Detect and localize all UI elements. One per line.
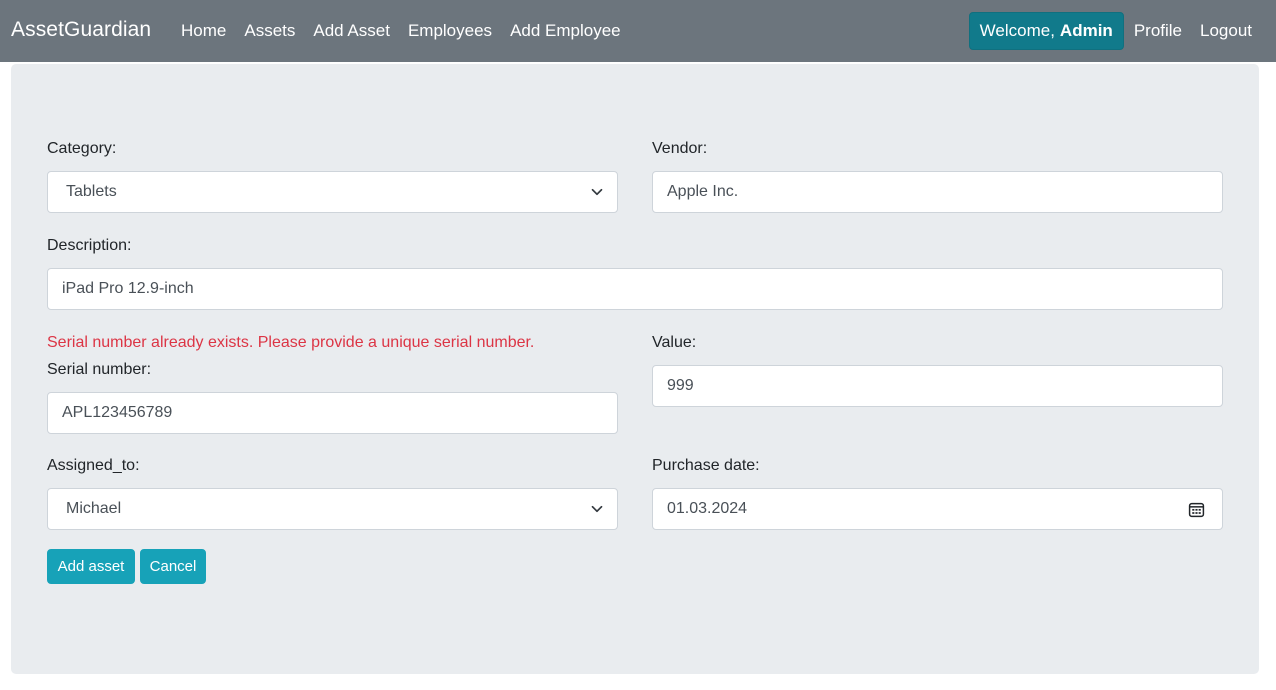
welcome-text: Welcome, xyxy=(979,21,1055,40)
serial-input[interactable]: APL123456789 xyxy=(47,392,618,434)
chevron-down-icon xyxy=(591,503,603,515)
purchase-date-input[interactable]: 01.03.2024 xyxy=(652,488,1223,530)
nav-links: Home Assets Add Asset Employees Add Empl… xyxy=(172,0,630,62)
purchase-date-label: Purchase date: xyxy=(652,457,760,474)
assigned-to-selected-value: Michael xyxy=(66,500,122,517)
vendor-input[interactable]: Apple Inc. xyxy=(652,171,1223,213)
brand-logo[interactable]: AssetGuardian xyxy=(11,18,151,42)
purchase-date-value: 01.03.2024 xyxy=(667,500,748,517)
welcome-badge: Welcome, Admin xyxy=(968,12,1124,50)
value-input[interactable]: 999 xyxy=(652,365,1223,407)
serial-input-value: APL123456789 xyxy=(62,404,173,421)
nav-home-link[interactable]: Home xyxy=(172,21,235,41)
assigned-to-label: Assigned_to: xyxy=(47,457,140,474)
description-label: Description: xyxy=(47,237,132,254)
description-input-value: iPad Pro 12.9-inch xyxy=(62,280,194,297)
nav-add-asset-link[interactable]: Add Asset xyxy=(304,21,399,41)
cancel-button[interactable]: Cancel xyxy=(140,549,206,584)
nav-add-employee-link[interactable]: Add Employee xyxy=(501,21,630,41)
value-label: Value: xyxy=(652,334,697,351)
category-selected-value: Tablets xyxy=(66,183,117,200)
nav-assets-link[interactable]: Assets xyxy=(235,21,304,41)
calendar-icon[interactable] xyxy=(1187,500,1205,518)
add-asset-button[interactable]: Add asset xyxy=(47,549,135,584)
serial-error-message: Serial number already exists. Please pro… xyxy=(47,334,535,351)
value-input-value: 999 xyxy=(667,377,694,394)
vendor-label: Vendor: xyxy=(652,140,708,157)
nav-user-area: Welcome, Admin Profile Logout xyxy=(968,0,1261,62)
nav-profile-link[interactable]: Profile xyxy=(1125,21,1191,41)
assigned-to-select[interactable]: Michael xyxy=(47,488,618,530)
welcome-username: Admin xyxy=(1059,21,1113,40)
chevron-down-icon xyxy=(591,186,603,198)
category-label: Category: xyxy=(47,140,117,157)
category-select[interactable]: Tablets xyxy=(47,171,618,213)
serial-label: Serial number: xyxy=(47,361,152,378)
top-navbar: AssetGuardian Home Assets Add Asset Empl… xyxy=(0,0,1276,62)
nav-employees-link[interactable]: Employees xyxy=(399,21,501,41)
nav-logout-link[interactable]: Logout xyxy=(1191,21,1261,41)
vendor-input-value: Apple Inc. xyxy=(667,183,739,200)
description-input[interactable]: iPad Pro 12.9-inch xyxy=(47,268,1223,310)
